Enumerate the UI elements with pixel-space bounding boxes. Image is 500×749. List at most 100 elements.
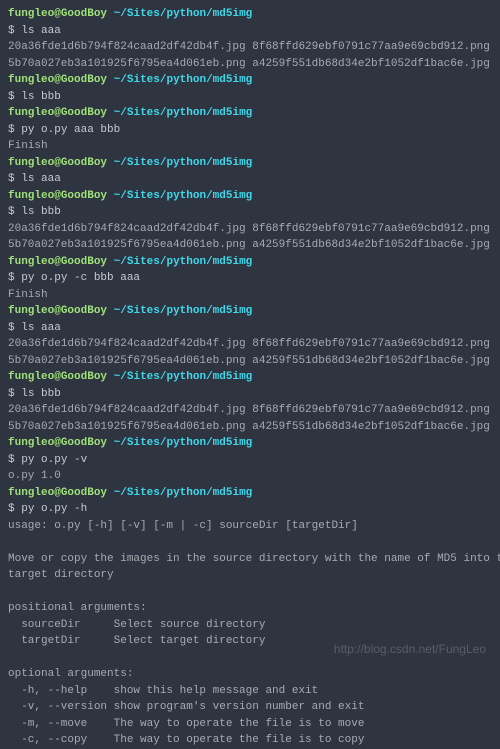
prompt-at: @ [54,437,61,449]
command-line: $ py o.py -h [8,501,492,518]
terminal-line: fungleo@GoodBoy ~/Sites/python/md5img [8,72,492,89]
terminal-line: fungleo@GoodBoy ~/Sites/python/md5img [8,369,492,386]
terminal-line [8,534,492,551]
output-text: targetDir Select target directory [8,635,265,647]
terminal-line: Finish [8,138,492,155]
terminal-line [8,584,492,601]
prompt-path: /Sites/python/md5img [120,256,252,268]
prompt-host: GoodBoy [61,107,107,119]
terminal-line: -v, --version show program's version num… [8,699,492,716]
command-line: $ ls bbb [8,89,492,106]
prompt-host: GoodBoy [61,437,107,449]
terminal-line: 5b70a027eb3a101925f6795ea4d061eb.png a42… [8,419,492,436]
command-line: $ ls bbb [8,204,492,221]
terminal-line: 5b70a027eb3a101925f6795ea4d061eb.png a42… [8,56,492,73]
command-text: ls aaa [21,25,61,37]
command-line: $ py o.py -v [8,452,492,469]
output-text: -m, --move The way to operate the file i… [8,718,364,730]
output-text: 5b70a027eb3a101925f6795ea4d061eb.png a42… [8,355,490,367]
command-text: py o.py aaa bbb [21,124,120,136]
prompt-at: @ [54,305,61,317]
terminal-line: 20a36fde1d6b794f824caad2df42db4f.jpg 8f6… [8,336,492,353]
prompt-path: /Sites/python/md5img [120,305,252,317]
prompt-host: GoodBoy [61,8,107,20]
terminal-line: target directory [8,567,492,584]
prompt-user: fungleo [8,437,54,449]
output-text: target directory [8,569,114,581]
prompt-at: @ [54,74,61,86]
output-text: 20a36fde1d6b794f824caad2df42db4f.jpg 8f6… [8,41,490,53]
prompt-host: GoodBoy [61,157,107,169]
prompt-symbol: $ [8,124,15,136]
command-text: py o.py -v [21,454,87,466]
prompt-at: @ [54,157,61,169]
prompt-user: fungleo [8,107,54,119]
terminal-line: optional arguments: [8,666,492,683]
output-text: 5b70a027eb3a101925f6795ea4d061eb.png a42… [8,58,490,70]
command-text: ls bbb [21,388,61,400]
command-line: $ ls aaa [8,320,492,337]
prompt-host: GoodBoy [61,256,107,268]
prompt-user: fungleo [8,74,54,86]
terminal-line: Finish [8,287,492,304]
terminal-line: o.py 1.0 [8,468,492,485]
output-text: 20a36fde1d6b794f824caad2df42db4f.jpg 8f6… [8,223,490,235]
output-text: Move or copy the images in the source di… [8,553,500,565]
prompt-host: GoodBoy [61,371,107,383]
terminal-line: 5b70a027eb3a101925f6795ea4d061eb.png a42… [8,353,492,370]
prompt-host: GoodBoy [61,74,107,86]
terminal-line: usage: o.py [-h] [-v] [-m | -c] sourceDi… [8,518,492,535]
terminal-line: fungleo@GoodBoy ~/Sites/python/md5img [8,485,492,502]
prompt-at: @ [54,371,61,383]
command-line: $ ls aaa [8,23,492,40]
prompt-at: @ [54,190,61,202]
output-text: -h, --help show this help message and ex… [8,685,318,697]
output-text: optional arguments: [8,668,133,680]
terminal-line: fungleo@GoodBoy ~/Sites/python/md5img [8,188,492,205]
prompt-user: fungleo [8,256,54,268]
command-text: ls aaa [21,173,61,185]
output-text: Finish [8,289,48,301]
command-text: ls bbb [21,91,61,103]
terminal-line: fungleo@GoodBoy ~/Sites/python/md5img [8,435,492,452]
prompt-symbol: $ [8,206,15,218]
prompt-at: @ [54,107,61,119]
output-text: -c, --copy The way to operate the file i… [8,734,364,746]
output-text: 5b70a027eb3a101925f6795ea4d061eb.png a42… [8,239,490,251]
command-text: ls bbb [21,206,61,218]
terminal-line: positional arguments: [8,600,492,617]
terminal-line: 20a36fde1d6b794f824caad2df42db4f.jpg 8f6… [8,221,492,238]
output-text: sourceDir Select source directory [8,619,265,631]
output-text: 20a36fde1d6b794f824caad2df42db4f.jpg 8f6… [8,404,490,416]
command-text: ls aaa [21,322,61,334]
output-text: usage: o.py [-h] [-v] [-m | -c] sourceDi… [8,520,358,532]
command-text: py o.py -c bbb aaa [21,272,140,284]
output-text: -v, --version show program's version num… [8,701,364,713]
prompt-user: fungleo [8,8,54,20]
prompt-host: GoodBoy [61,190,107,202]
prompt-path: /Sites/python/md5img [120,74,252,86]
prompt-symbol: $ [8,173,15,185]
output-text: 20a36fde1d6b794f824caad2df42db4f.jpg 8f6… [8,338,490,350]
prompt-path: /Sites/python/md5img [120,157,252,169]
prompt-symbol: $ [8,25,15,37]
prompt-at: @ [54,256,61,268]
terminal-line: fungleo@GoodBoy ~/Sites/python/md5img [8,6,492,23]
prompt-path: /Sites/python/md5img [120,487,252,499]
prompt-symbol: $ [8,503,15,515]
terminal[interactable]: fungleo@GoodBoy ~/Sites/python/md5img$ l… [8,6,492,749]
terminal-line: -c, --copy The way to operate the file i… [8,732,492,749]
command-line: $ py o.py -c bbb aaa [8,270,492,287]
prompt-path: /Sites/python/md5img [120,437,252,449]
prompt-host: GoodBoy [61,487,107,499]
terminal-line: fungleo@GoodBoy ~/Sites/python/md5img [8,254,492,271]
command-line: $ py o.py aaa bbb [8,122,492,139]
output-text: positional arguments: [8,602,147,614]
terminal-line: sourceDir Select source directory [8,617,492,634]
prompt-symbol: $ [8,388,15,400]
watermark: http://blog.csdn.net/FungLeo [334,640,486,658]
terminal-line: 20a36fde1d6b794f824caad2df42db4f.jpg 8f6… [8,402,492,419]
prompt-symbol: $ [8,272,15,284]
terminal-line: fungleo@GoodBoy ~/Sites/python/md5img [8,155,492,172]
prompt-user: fungleo [8,371,54,383]
